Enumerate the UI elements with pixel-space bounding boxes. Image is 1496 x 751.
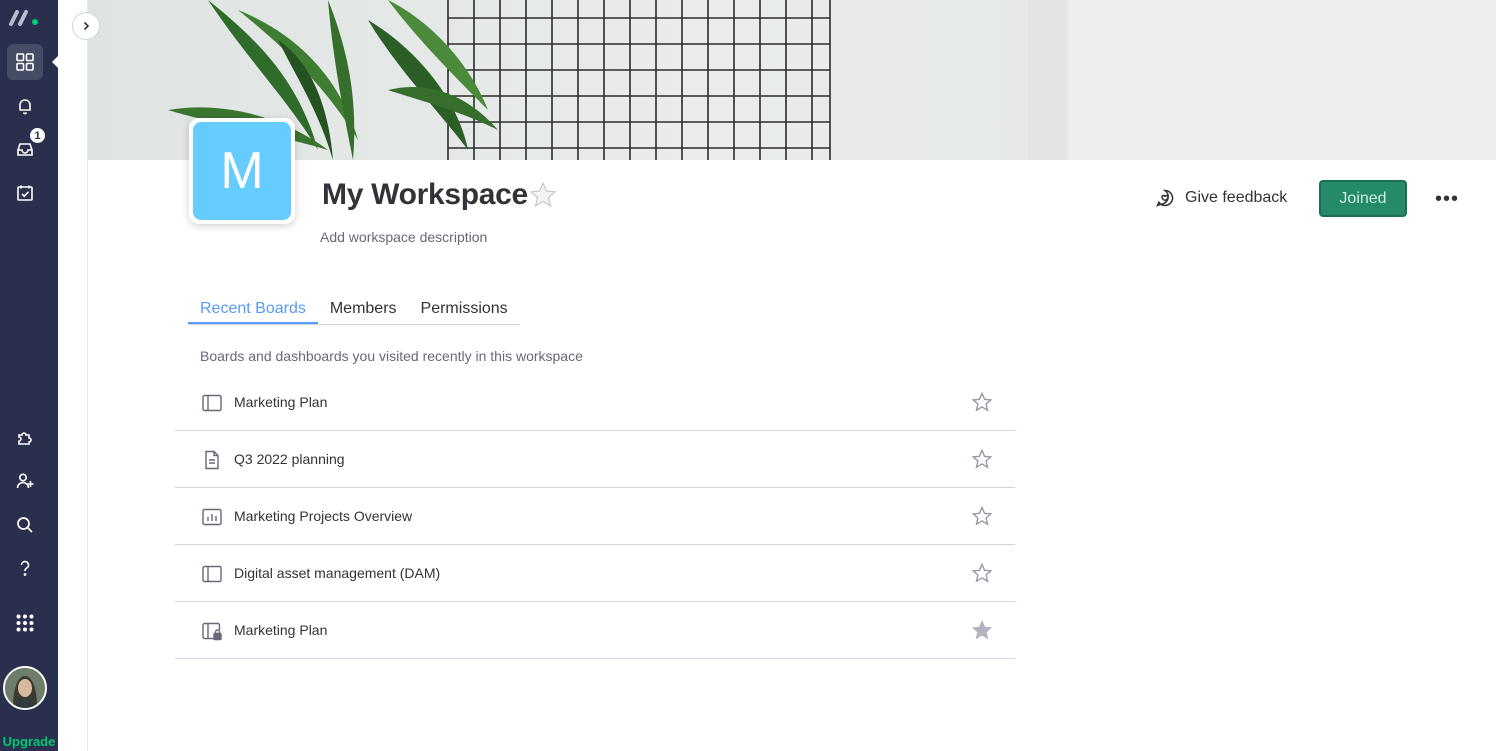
workspace-description[interactable]: Add workspace description — [320, 229, 487, 245]
product-switcher-icon — [16, 614, 34, 632]
tab-recent-boards[interactable]: Recent Boards — [188, 296, 318, 324]
feedback-chat-icon — [1156, 189, 1174, 207]
recent-boards-hint: Boards and dashboards you visited recent… — [200, 348, 583, 364]
help-icon — [20, 560, 30, 576]
recent-boards-list: Marketing Plan Q3 2022 planning Marketin… — [175, 374, 1015, 659]
list-item[interactable]: Digital asset management (DAM) — [175, 545, 1015, 602]
workspaces-icon — [16, 53, 34, 71]
apps-marketplace-icon — [18, 432, 32, 445]
private-board-icon — [202, 622, 222, 641]
board-icon — [202, 394, 222, 412]
search-icon — [17, 517, 33, 533]
user-photo-icon — [5, 668, 45, 708]
star-outline-icon[interactable] — [971, 448, 993, 470]
board-name: Marketing Projects Overview — [234, 508, 413, 524]
expand-panel-button[interactable] — [72, 12, 100, 40]
my-work-button[interactable] — [7, 175, 43, 211]
notifications-bell-icon — [19, 99, 31, 115]
dashboard-icon — [202, 508, 222, 526]
tab-members[interactable]: Members — [318, 296, 409, 324]
give-feedback-label: Give feedback — [1185, 189, 1288, 206]
monday-logo-icon[interactable] — [8, 6, 44, 28]
star-outline-icon[interactable] — [971, 562, 993, 584]
board-name: Marketing Plan — [234, 622, 328, 638]
list-item[interactable]: Marketing Projects Overview — [175, 488, 1015, 545]
apps-marketplace-button[interactable] — [7, 419, 43, 455]
workspaces-button[interactable] — [7, 44, 43, 80]
search-button[interactable] — [7, 507, 43, 543]
workspace-avatar[interactable]: M — [189, 118, 295, 224]
notifications-button[interactable] — [7, 88, 43, 124]
cover-photo-icon — [168, 0, 1496, 160]
star-filled-icon[interactable] — [971, 619, 993, 641]
product-switcher-button[interactable] — [7, 605, 43, 641]
invite-members-button[interactable] — [7, 463, 43, 499]
list-item[interactable]: Marketing Plan — [175, 602, 1015, 659]
give-feedback-button[interactable]: Give feedback — [1155, 188, 1287, 208]
collapsed-workspace-panel — [58, 0, 88, 751]
document-icon — [205, 450, 219, 470]
workspace-tabs: Recent Boards Members Permissions — [188, 296, 520, 325]
board-icon — [202, 565, 222, 583]
upgrade-link[interactable]: Upgrade — [0, 734, 58, 751]
board-name: Marketing Plan — [234, 394, 328, 410]
user-avatar[interactable] — [3, 666, 47, 710]
invite-members-icon — [16, 473, 34, 489]
joined-button[interactable]: Joined — [1319, 180, 1407, 217]
workspace-title[interactable]: My Workspace — [322, 178, 528, 212]
list-item[interactable]: Q3 2022 planning — [175, 431, 1015, 488]
my-work-icon — [17, 185, 33, 201]
help-button[interactable] — [7, 550, 43, 586]
list-item[interactable]: Marketing Plan — [175, 374, 1015, 431]
inbox-count-badge: 1 — [28, 126, 47, 145]
more-options-button[interactable]: ••• — [1430, 186, 1464, 212]
workspace-initial: M — [193, 122, 291, 220]
workspace-cover-image — [88, 0, 1496, 160]
star-outline-icon[interactable] — [971, 505, 993, 527]
favorite-star-icon[interactable] — [528, 180, 558, 210]
left-navigation-rail: 1 Upgrade — [0, 0, 58, 751]
board-name: Q3 2022 planning — [234, 451, 345, 467]
chevron-right-icon — [83, 21, 90, 31]
board-name: Digital asset management (DAM) — [234, 565, 441, 581]
star-outline-icon[interactable] — [971, 391, 993, 413]
tab-permissions[interactable]: Permissions — [409, 296, 520, 324]
